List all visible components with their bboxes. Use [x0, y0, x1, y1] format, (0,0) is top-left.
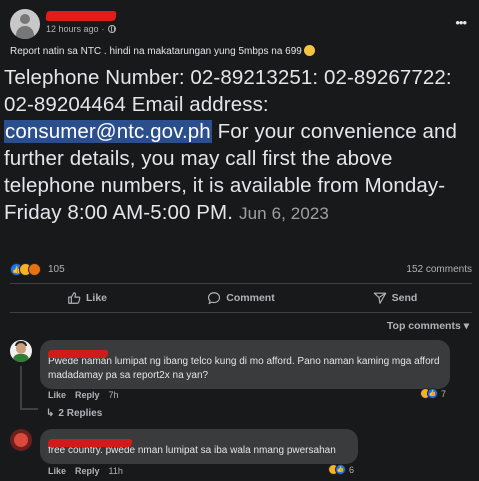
comment-text: Pwede naman lumipat ng ibang telco kung …: [48, 356, 440, 381]
avatar-head: [20, 14, 30, 24]
comment-like-button[interactable]: Like: [48, 390, 66, 400]
comment-like-button[interactable]: Like: [48, 466, 66, 476]
avatar-face: [16, 343, 26, 354]
commenter-avatar[interactable]: [10, 340, 32, 362]
caption-text: Report natin sa NTC . hindi na makatarun…: [10, 46, 302, 57]
avatar-shirt: [13, 354, 29, 362]
email-link[interactable]: consumer@ntc.gov.ph: [4, 120, 212, 143]
avatar-shape: [14, 433, 28, 447]
reaction-count[interactable]: 105: [48, 264, 65, 275]
divider-top: [10, 283, 472, 284]
angry-reaction-icon: [28, 263, 41, 276]
comment-reactions[interactable]: 👍 6: [328, 464, 354, 475]
thread-line-branch: [20, 408, 38, 410]
reaction-icons[interactable]: 👍: [10, 263, 41, 276]
post-meta: 12 hours ago ·: [46, 24, 116, 34]
comment-reply-button[interactable]: Reply: [75, 390, 100, 400]
reply-arrow-icon: ↳: [46, 408, 55, 419]
thread-line: [20, 366, 22, 410]
avatar-body: [16, 26, 34, 39]
globe-icon: [107, 25, 116, 33]
divider-bottom: [10, 312, 472, 313]
commenter-avatar[interactable]: [10, 429, 32, 451]
comment-reaction-count: 7: [441, 388, 447, 399]
like-reaction-icon: 👍: [335, 464, 346, 475]
comment-time[interactable]: 11h: [109, 466, 123, 476]
comment-sort-dropdown[interactable]: Top comments ▾: [387, 320, 469, 332]
shared-screenshot-text: Telephone Number: 02-89213251: 02-892677…: [4, 64, 476, 227]
redacted-commenter-name[interactable]: [47, 345, 441, 358]
post-time[interactable]: 12 hours ago: [46, 24, 99, 34]
comment-reply-button[interactable]: Reply: [75, 466, 100, 476]
comment-bubble: Pwede naman lumipat ng ibang telco kung …: [40, 340, 450, 389]
like-reaction-icon: 👍: [427, 388, 438, 399]
redacted-author-name[interactable]: [45, 11, 117, 21]
meta-dot: ·: [101, 24, 105, 34]
more-icon[interactable]: •••: [455, 15, 467, 30]
like-icon: [68, 292, 81, 304]
post-action-bar: Like Comment Send: [10, 287, 472, 309]
comment-actions: Like Reply 7h: [48, 390, 119, 400]
shared-date: Jun 6, 2023: [239, 204, 329, 223]
comment-reaction-count: 6: [349, 464, 355, 475]
phone-line-1: Telephone Number: 02-89213251: 02-892677…: [4, 66, 452, 89]
send-label: Send: [391, 292, 418, 304]
comment-actions: Like Reply 11h: [48, 466, 123, 476]
phone-line-2: 02-89204464 Email address:: [4, 93, 269, 116]
comment-reactions[interactable]: 👍 7: [420, 388, 446, 399]
post-caption: Report natin sa NTC . hindi na makatarun…: [10, 45, 315, 57]
view-replies-link[interactable]: ↳ 2 Replies: [46, 408, 102, 419]
replies-label: 2 Replies: [58, 408, 103, 419]
comment-icon: [208, 292, 221, 305]
comment-label: Comment: [226, 292, 275, 304]
like-button[interactable]: Like: [10, 287, 164, 309]
send-icon: [373, 292, 386, 304]
comment-bubble: free country. pwede nman lumipat sa iba …: [40, 429, 358, 464]
send-button[interactable]: Send: [318, 287, 472, 309]
like-label: Like: [85, 292, 107, 304]
author-avatar[interactable]: [10, 9, 40, 39]
comment-time[interactable]: 7h: [109, 390, 119, 400]
comments-count[interactable]: 152 comments: [406, 264, 472, 275]
post-header: 12 hours ago · •••: [10, 9, 470, 41]
redacted-commenter-name[interactable]: [47, 434, 349, 447]
laughing-emoji-icon: [303, 45, 315, 56]
reactions-summary: 👍 105 152 comments: [10, 262, 472, 278]
comment-button[interactable]: Comment: [164, 287, 318, 309]
